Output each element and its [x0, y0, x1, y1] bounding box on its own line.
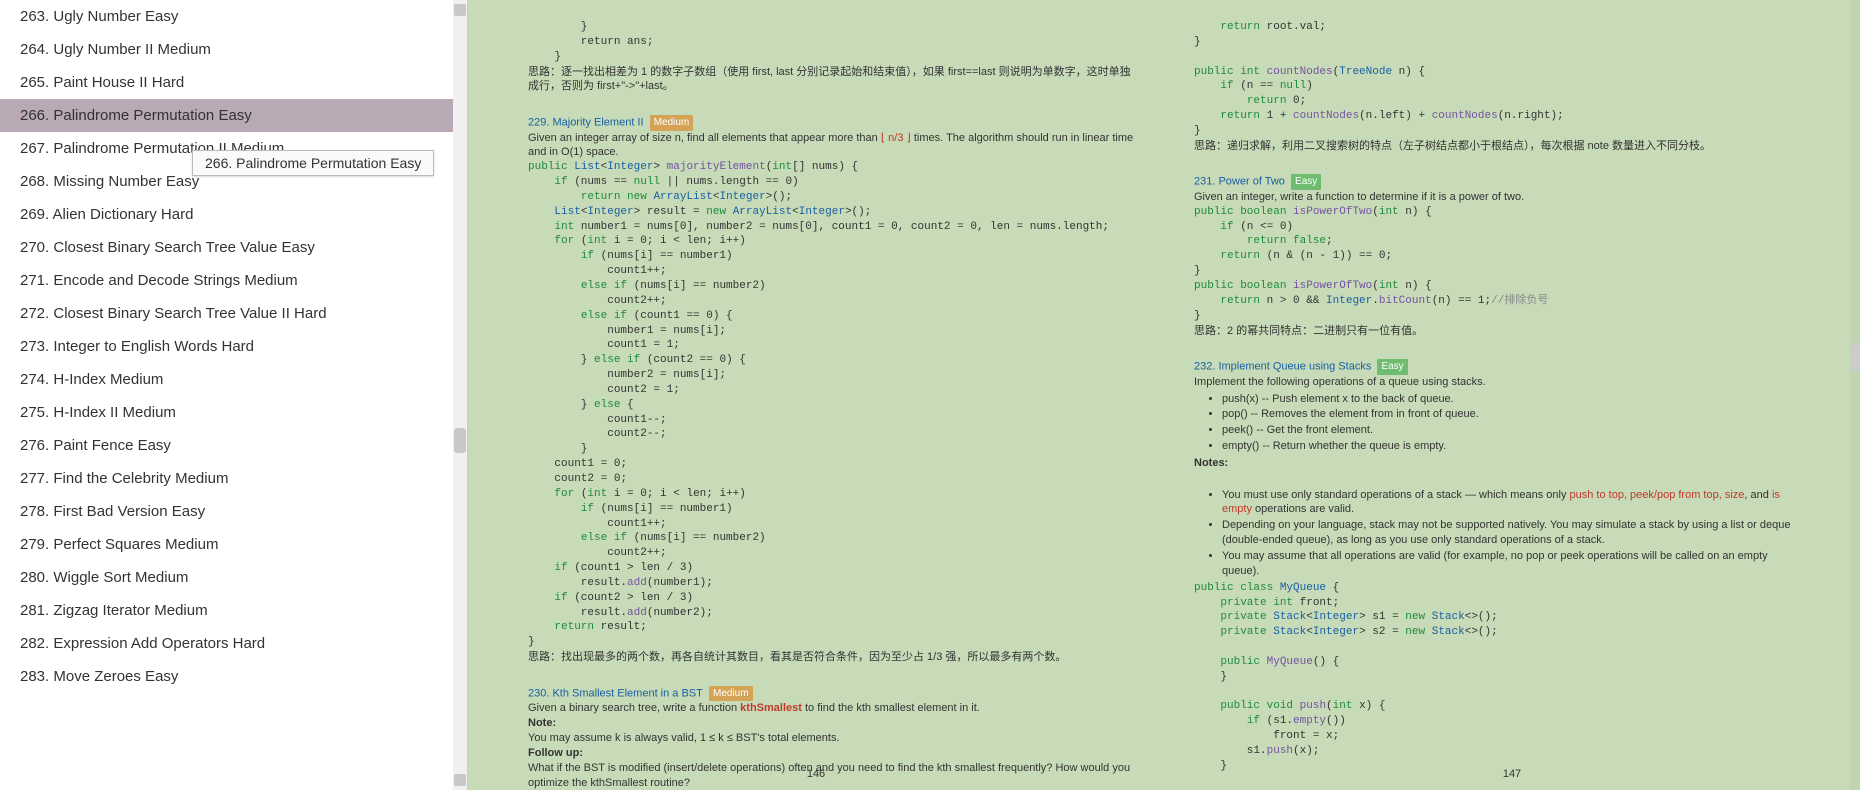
toc-sidebar: 263. Ugly Number Easy264. Ugly Number II… [0, 0, 468, 790]
toc-item[interactable]: 269. Alien Dictionary Hard [0, 198, 467, 231]
problem-heading-229: 229. Majority Element II Medium [528, 115, 1134, 131]
difficulty-badge: Easy [1377, 359, 1407, 375]
problem-desc: Given a binary search tree, write a func… [528, 701, 1134, 716]
document-viewer: } return ans; } 思路：逐一找出相差为 1 的数字子数组（使用 f… [468, 0, 1860, 790]
difficulty-badge: Medium [650, 115, 694, 131]
toc-item[interactable]: 274. H-Index Medium [0, 363, 467, 396]
toc-list: 263. Ugly Number Easy264. Ugly Number II… [0, 0, 467, 790]
problem-desc: What if the BST is modified (insert/dele… [528, 761, 1134, 790]
problem-heading-231: 231. Power of Two Easy [1194, 174, 1800, 190]
code-block: public List<Integer> majorityElement(int… [528, 160, 1134, 650]
explanation-text: 思路：找出现最多的两个数，再各自统计其数目，看其是否符合条件，因为至少占 1/3… [528, 650, 1134, 665]
explanation-text: 思路：递归求解，利用二叉搜索树的特点（左子树结点都小于根结点），每次根据 not… [1194, 139, 1800, 154]
page-number: 147 [1503, 767, 1521, 782]
code-block: } return ans; } [528, 20, 1134, 65]
toc-item[interactable]: 263. Ugly Number Easy [0, 0, 467, 33]
code-block: public boolean isPowerOfTwo(int n) { if … [1194, 205, 1800, 324]
problem-heading-232: 232. Implement Queue using Stacks Easy [1194, 359, 1800, 375]
notes-list: You must use only standard operations of… [1222, 488, 1800, 579]
toc-item[interactable]: 264. Ugly Number II Medium [0, 33, 467, 66]
toc-item[interactable]: 277. Find the Celebrity Medium [0, 462, 467, 495]
list-item: push(x) -- Push element x to the back of… [1222, 392, 1800, 407]
problem-desc: Implement the following operations of a … [1194, 375, 1800, 390]
toc-item[interactable]: 272. Closest Binary Search Tree Value II… [0, 297, 467, 330]
toc-item[interactable]: 265. Paint House II Hard [0, 66, 467, 99]
toc-item[interactable]: 271. Encode and Decode Strings Medium [0, 264, 467, 297]
problem-desc: Given an integer array of size n, find a… [528, 131, 1134, 161]
list-item: You must use only standard operations of… [1222, 488, 1800, 518]
toc-item[interactable]: 282. Expression Add Operators Hard [0, 627, 467, 660]
scroll-down-icon[interactable] [454, 774, 466, 786]
toc-item[interactable]: 270. Closest Binary Search Tree Value Ea… [0, 231, 467, 264]
problem-desc: You may assume k is always valid, 1 ≤ k … [528, 731, 1134, 746]
code-block: return root.val; } public int countNodes… [1194, 20, 1800, 139]
followup-label: Follow up: [528, 746, 1134, 761]
toc-tooltip: 266. Palindrome Permutation Easy [192, 150, 434, 176]
notes-label: Notes: [1194, 456, 1800, 471]
app-root: 263. Ugly Number Easy264. Ugly Number II… [0, 0, 1860, 790]
content-scrollbar[interactable] [1850, 0, 1860, 790]
toc-item[interactable]: 281. Zigzag Iterator Medium [0, 594, 467, 627]
toc-item[interactable]: 275. H-Index II Medium [0, 396, 467, 429]
problem-heading-230: 230. Kth Smallest Element in a BST Mediu… [528, 686, 1134, 702]
page-number: 146 [807, 767, 825, 782]
note-label: Note: [528, 716, 1134, 731]
page-left: } return ans; } 思路：逐一找出相差为 1 的数字子数组（使用 f… [468, 0, 1164, 790]
page-right: return root.val; } public int countNodes… [1164, 0, 1860, 790]
code-block: public class MyQueue { private int front… [1194, 581, 1800, 790]
scroll-up-icon[interactable] [454, 4, 466, 16]
sidebar-scroll-thumb[interactable] [454, 428, 466, 453]
difficulty-badge: Medium [709, 686, 753, 702]
list-item: empty() -- Return whether the queue is e… [1222, 439, 1800, 454]
content-scroll-thumb[interactable] [1851, 342, 1859, 372]
sidebar-scrollbar[interactable] [453, 0, 467, 790]
list-item: You may assume that all operations are v… [1222, 549, 1800, 579]
list-item: Depending on your language, stack may no… [1222, 518, 1800, 548]
explanation-text: 思路：逐一找出相差为 1 的数字子数组（使用 first, last 分别记录起… [528, 65, 1134, 95]
explanation-text: 思路：2 的幂共同特点：二进制只有一位有值。 [1194, 324, 1800, 339]
list-item: pop() -- Removes the element from in fro… [1222, 407, 1800, 422]
toc-item[interactable]: 276. Paint Fence Easy [0, 429, 467, 462]
toc-item[interactable]: 273. Integer to English Words Hard [0, 330, 467, 363]
toc-item[interactable]: 283. Move Zeroes Easy [0, 660, 467, 693]
toc-item[interactable]: 278. First Bad Version Easy [0, 495, 467, 528]
ops-list: push(x) -- Push element x to the back of… [1222, 392, 1800, 454]
toc-item[interactable]: 280. Wiggle Sort Medium [0, 561, 467, 594]
toc-item[interactable]: 279. Perfect Squares Medium [0, 528, 467, 561]
problem-desc: Given an integer, write a function to de… [1194, 190, 1800, 205]
list-item: peek() -- Get the front element. [1222, 423, 1800, 438]
difficulty-badge: Easy [1291, 174, 1321, 190]
toc-item[interactable]: 266. Palindrome Permutation Easy [0, 99, 467, 132]
